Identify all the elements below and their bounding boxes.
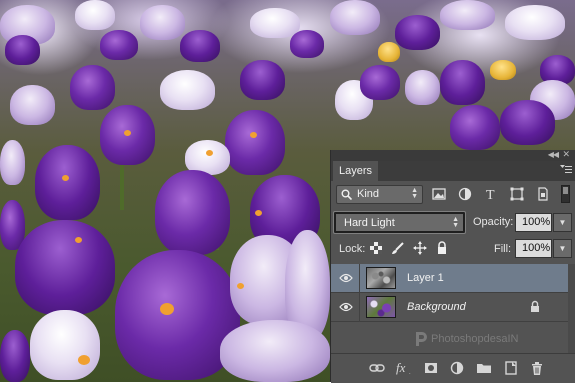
layer-thumbnail[interactable] xyxy=(366,267,396,289)
flower xyxy=(0,140,25,185)
flower xyxy=(395,15,440,50)
flower xyxy=(290,30,324,58)
flower xyxy=(30,310,100,380)
flower xyxy=(440,0,495,30)
eye-icon[interactable] xyxy=(339,273,353,283)
fx-icon[interactable]: fx. xyxy=(395,360,415,376)
opacity-label: Opacity: xyxy=(473,216,514,228)
flower xyxy=(490,60,516,80)
chevron-updown-icon: ▲ ▼ xyxy=(411,187,418,200)
blend-row: Hard Light ▲ ▼ Opacity: 100% ▼ xyxy=(331,208,575,236)
flower xyxy=(378,42,400,62)
svg-text:.: . xyxy=(409,370,411,376)
pixel-layer-filter-icon[interactable] xyxy=(431,186,447,202)
delete-layer-icon[interactable] xyxy=(529,360,545,376)
stamen xyxy=(237,283,244,289)
flower xyxy=(155,170,230,255)
flower xyxy=(140,5,185,40)
shape-layer-filter-icon[interactable] xyxy=(509,186,525,202)
kind-filter-select[interactable]: Kind ▲ ▼ xyxy=(336,185,423,204)
layer-lock-icon[interactable] xyxy=(530,300,540,313)
lock-image-pixels-icon[interactable] xyxy=(391,241,405,255)
stamen xyxy=(255,210,262,216)
adjustment-layer-filter-icon[interactable] xyxy=(457,186,473,202)
new-layer-icon[interactable] xyxy=(503,360,519,376)
svg-text:fx: fx xyxy=(396,360,406,375)
new-group-icon[interactable] xyxy=(476,360,492,376)
stamen xyxy=(160,303,174,315)
watermark-logo-icon xyxy=(414,331,428,347)
layer-row-layer-1[interactable]: Layer 1 xyxy=(331,264,575,293)
flower xyxy=(500,100,555,145)
stamen xyxy=(78,355,90,365)
blend-mode-value: Hard Light xyxy=(344,217,395,229)
adjustment-layer-icon[interactable] xyxy=(449,360,465,376)
flower xyxy=(0,330,30,382)
smart-object-filter-icon[interactable] xyxy=(535,186,551,202)
stamen xyxy=(206,150,213,156)
panel-title-bar[interactable]: ◀◀ ✕ xyxy=(331,149,575,161)
flower xyxy=(450,105,500,150)
layer-row-background[interactable]: Background xyxy=(331,293,575,322)
lock-label: Lock: xyxy=(339,243,366,255)
layer-name[interactable]: Layer 1 xyxy=(407,272,444,284)
link-layers-icon[interactable] xyxy=(369,360,385,376)
flower xyxy=(10,85,55,125)
lock-position-icon[interactable] xyxy=(413,241,427,255)
stamen xyxy=(75,237,82,243)
svg-text:T: T xyxy=(486,188,495,202)
flower xyxy=(70,65,115,110)
opacity-dropdown-icon[interactable]: ▼ xyxy=(553,213,572,232)
flower xyxy=(220,320,330,382)
blend-mode-select[interactable]: Hard Light ▲ ▼ xyxy=(333,211,466,234)
panel-menu-icon[interactable] xyxy=(560,165,572,175)
opacity-input[interactable]: 100% xyxy=(515,213,552,232)
flower xyxy=(180,30,220,62)
stamen xyxy=(250,132,257,138)
flower xyxy=(35,145,100,220)
kind-filter-label: Kind xyxy=(357,188,380,200)
lock-transparent-pixels-icon[interactable] xyxy=(369,241,383,255)
flower xyxy=(75,0,115,30)
lock-row: Lock: Fill: 100% ▼ xyxy=(331,236,575,262)
flower xyxy=(225,110,285,175)
flower xyxy=(440,60,485,105)
watermark: PhotoshopdesaIN xyxy=(416,332,519,346)
flower xyxy=(405,70,440,105)
divider xyxy=(359,293,360,322)
flower xyxy=(330,0,380,35)
filter-toggle-switch[interactable] xyxy=(561,185,570,203)
fill-label: Fill: xyxy=(494,243,512,255)
fill-input[interactable]: 100% xyxy=(515,239,552,258)
flower xyxy=(160,70,215,110)
chevron-updown-icon: ▲ ▼ xyxy=(452,216,459,229)
filter-row: Kind ▲ ▼ T xyxy=(331,181,575,208)
tab-layers[interactable]: Layers xyxy=(333,161,379,181)
layers-panel: ◀◀ ✕ Layers Kind ▲ ▼ T Hard Light ▲ ▼ Op… xyxy=(330,149,575,383)
flower xyxy=(15,220,115,315)
flower xyxy=(505,5,565,40)
watermark-text: PhotoshopdesaIN xyxy=(431,333,519,345)
divider xyxy=(359,264,360,293)
eye-icon[interactable] xyxy=(339,302,353,312)
flower xyxy=(100,30,138,60)
search-icon xyxy=(341,189,353,201)
layer-thumbnail[interactable] xyxy=(366,296,396,318)
flower xyxy=(5,35,40,65)
add-mask-icon[interactable] xyxy=(423,360,439,376)
flower xyxy=(360,65,400,100)
panel-footer: fx. xyxy=(331,353,575,383)
fill-dropdown-icon[interactable]: ▼ xyxy=(553,239,572,258)
layer-name[interactable]: Background xyxy=(407,301,466,313)
flower xyxy=(240,60,285,100)
stamen xyxy=(62,175,69,181)
layers-scrollbar[interactable] xyxy=(568,264,575,354)
type-layer-filter-icon[interactable]: T xyxy=(483,186,499,203)
collapse-panel-icon[interactable]: ◀◀ xyxy=(548,150,559,159)
lock-all-icon[interactable] xyxy=(435,241,449,255)
close-icon[interactable]: ✕ xyxy=(562,149,570,160)
stamen xyxy=(124,130,131,136)
panel-tab-bar: Layers xyxy=(331,161,575,181)
flower xyxy=(250,8,300,38)
